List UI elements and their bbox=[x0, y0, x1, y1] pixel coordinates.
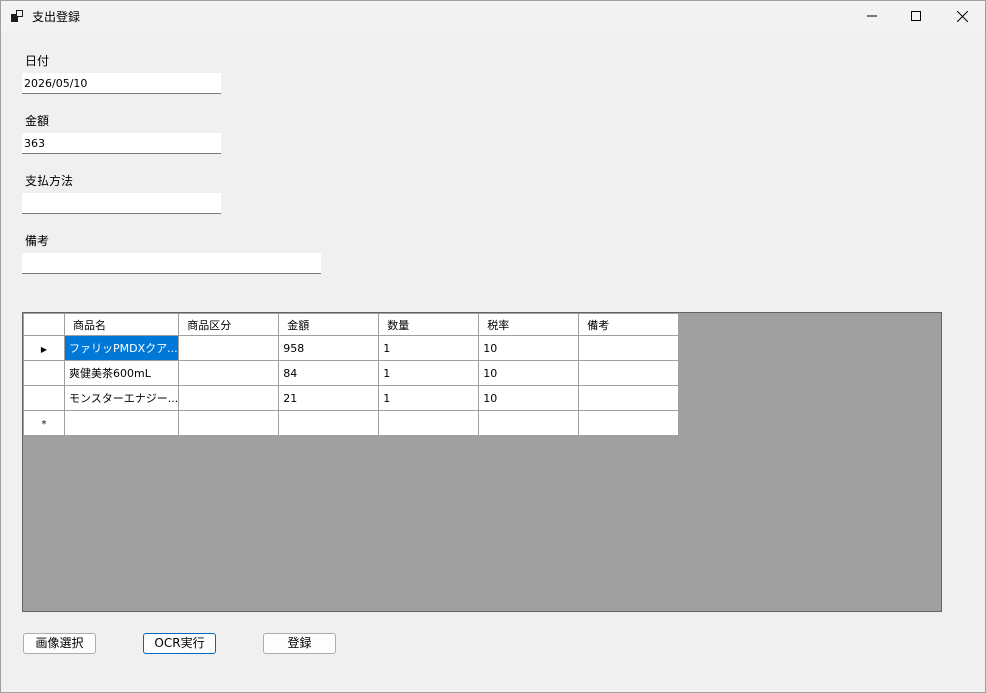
items-table: 商品名 商品区分 金額 数量 税率 備考 ▶ ファリッPMDXクア... 958… bbox=[23, 313, 680, 436]
row-header[interactable] bbox=[23, 385, 65, 411]
table-cell[interactable] bbox=[578, 360, 680, 386]
row-header[interactable]: ▶ bbox=[23, 335, 65, 361]
minimize-icon bbox=[867, 15, 877, 17]
register-button[interactable]: 登録 bbox=[263, 633, 336, 654]
column-header-tax-rate[interactable]: 税率 bbox=[478, 313, 580, 336]
table-cell[interactable]: 1 bbox=[378, 335, 480, 361]
close-button[interactable] bbox=[939, 1, 985, 31]
table-header-row: 商品名 商品区分 金額 数量 税率 備考 bbox=[23, 313, 680, 336]
table-cell[interactable] bbox=[378, 410, 480, 436]
close-icon bbox=[956, 10, 968, 22]
table-cell[interactable]: ファリッPMDXクア... bbox=[63, 335, 180, 361]
payment-method-field[interactable] bbox=[22, 193, 221, 214]
table-cell[interactable] bbox=[578, 335, 680, 361]
table-cell[interactable] bbox=[478, 410, 580, 436]
new-row-indicator-icon: * bbox=[41, 418, 47, 430]
note-field[interactable] bbox=[22, 253, 321, 274]
table-cell[interactable]: 21 bbox=[278, 385, 380, 411]
column-header-product-name[interactable]: 商品名 bbox=[63, 313, 180, 336]
date-field[interactable]: 2026/05/10 bbox=[22, 73, 221, 94]
table-cell[interactable]: 10 bbox=[478, 385, 580, 411]
table-cell[interactable]: 1 bbox=[378, 360, 480, 386]
payment-method-label: 支払方法 bbox=[25, 174, 74, 188]
column-header-product-category[interactable]: 商品区分 bbox=[178, 313, 280, 336]
minimize-button[interactable] bbox=[849, 1, 895, 31]
note-label: 備考 bbox=[25, 234, 50, 248]
table-row[interactable]: 爽健美茶600mL 84 1 10 bbox=[23, 360, 680, 386]
column-header-amount[interactable]: 金額 bbox=[278, 313, 380, 336]
app-icon bbox=[11, 10, 23, 22]
table-cell[interactable] bbox=[178, 410, 280, 436]
row-header-corner[interactable] bbox=[23, 313, 65, 336]
expense-entry-window: 支出登録 日付 2026/05/10 金額 363 支払方法 備考 商品名 商品… bbox=[0, 0, 986, 693]
table-cell[interactable] bbox=[178, 335, 280, 361]
current-row-indicator-icon: ▶ bbox=[40, 344, 48, 354]
run-ocr-button[interactable]: OCR実行 bbox=[143, 633, 216, 654]
items-data-grid[interactable]: 商品名 商品区分 金額 数量 税率 備考 ▶ ファリッPMDXクア... 958… bbox=[22, 312, 942, 612]
table-row[interactable]: ▶ ファリッPMDXクア... 958 1 10 bbox=[23, 335, 680, 361]
maximize-icon bbox=[911, 11, 921, 21]
table-cell[interactable]: モンスターエナジー... bbox=[63, 385, 180, 411]
table-cell[interactable]: 1 bbox=[378, 385, 480, 411]
column-header-note[interactable]: 備考 bbox=[578, 313, 680, 336]
new-row[interactable]: * bbox=[23, 410, 680, 436]
table-cell[interactable]: 10 bbox=[478, 335, 580, 361]
date-label: 日付 bbox=[25, 54, 50, 68]
row-header[interactable]: * bbox=[23, 410, 65, 436]
column-header-quantity[interactable]: 数量 bbox=[378, 313, 480, 336]
amount-field[interactable]: 363 bbox=[22, 133, 221, 154]
table-cell[interactable] bbox=[178, 360, 280, 386]
table-cell[interactable]: 84 bbox=[278, 360, 380, 386]
table-row[interactable]: モンスターエナジー... 21 1 10 bbox=[23, 385, 680, 411]
maximize-button[interactable] bbox=[893, 1, 939, 31]
select-image-button[interactable]: 画像選択 bbox=[23, 633, 96, 654]
table-cell[interactable] bbox=[578, 410, 680, 436]
table-cell[interactable] bbox=[63, 410, 180, 436]
table-cell[interactable]: 爽健美茶600mL bbox=[63, 360, 180, 386]
row-header[interactable] bbox=[23, 360, 65, 386]
amount-label: 金額 bbox=[25, 114, 50, 128]
table-cell[interactable] bbox=[278, 410, 380, 436]
table-cell[interactable] bbox=[178, 385, 280, 411]
title-bar[interactable]: 支出登録 bbox=[1, 1, 985, 31]
table-cell[interactable] bbox=[578, 385, 680, 411]
window-title: 支出登録 bbox=[32, 10, 81, 24]
table-cell[interactable]: 958 bbox=[278, 335, 380, 361]
table-cell[interactable]: 10 bbox=[478, 360, 580, 386]
